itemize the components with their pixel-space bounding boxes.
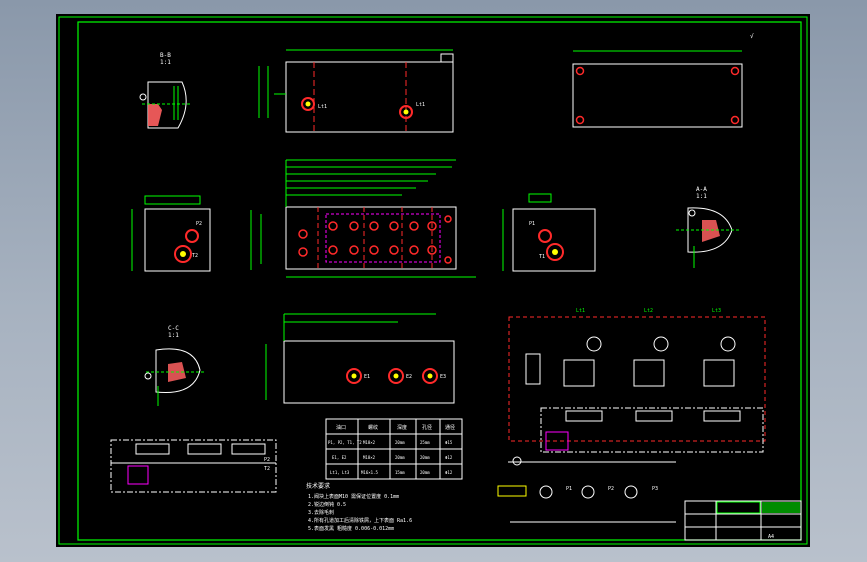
valve-label-3: Lt3 xyxy=(712,308,721,314)
section-b-title: B-B xyxy=(160,52,171,59)
table-cell-r1c1: P1, P2, T1, T2 xyxy=(328,440,362,445)
left-view: P2 T2 xyxy=(131,195,211,272)
schematic-port-2: T2 xyxy=(264,466,270,472)
table-cell-r1c5: Φ15 xyxy=(445,440,453,445)
title-block: A4 xyxy=(684,500,802,541)
table-header-2: 螺纹 xyxy=(368,424,378,431)
table-cell-r3c2: M16×1.5 xyxy=(361,470,378,475)
hydraulic-schematic: Lt1 Lt2 Lt3 P1 P2 P3 xyxy=(497,308,766,523)
pump-label-1: P1 xyxy=(566,486,572,492)
cad-drawing: √ B-B 1:1 Lt1 Lt1 P2 T2 P1 T1 A-A 1:1 C-… xyxy=(58,16,808,545)
table-cell-r1c4: 25mm xyxy=(420,440,430,445)
notes-line-4: 4.所有孔道加工后清除铁屑，上下表面 Ra1.6 xyxy=(308,517,412,524)
front-view xyxy=(250,159,476,278)
section-c-scale: 1:1 xyxy=(168,332,179,339)
notes-line-2: 2.锐边倒钝 0.5 xyxy=(308,501,346,508)
port-table: 油口 螺纹 深度 孔径 通径 P1, P2, T1, T2 M18×2 20mm… xyxy=(325,418,463,480)
table-cell-r3c5: Φ12 xyxy=(445,470,453,475)
section-c-view: C-C 1:1 xyxy=(144,325,206,406)
top-port-label-1: Lt1 xyxy=(318,104,327,110)
table-cell-r2c2: M18×2 xyxy=(363,455,376,460)
schematic-port-1: P2 xyxy=(264,457,270,463)
section-a-view: A-A 1:1 xyxy=(676,186,740,268)
technical-notes: 技术要求 1.阀块上表面M10 需保证位置度 0.1mm 2.锐边倒钝 0.5 … xyxy=(306,482,412,532)
section-b-view: B-B 1:1 xyxy=(139,52,190,129)
notes-line-3: 3.去除毛刺 xyxy=(308,509,334,516)
notes-title: 技术要求 xyxy=(306,482,330,490)
notes-line-1: 1.阀块上表面M10 需保证位置度 0.1mm xyxy=(308,493,399,500)
bottom-left-schematic: P2 T2 xyxy=(110,439,277,493)
table-cell-r1c3: 20mm xyxy=(395,440,405,445)
table-cell-r3c1: Lt1, Lt3 xyxy=(330,470,350,475)
section-c-title: C-C xyxy=(168,325,179,332)
top-right-view xyxy=(572,50,743,128)
pump-label-2: P2 xyxy=(608,486,614,492)
notes-line-5: 5.表面发黑 粗糙度 0.006-0.012mm xyxy=(308,525,394,532)
table-cell-r3c3: 15mm xyxy=(395,470,405,475)
drawing-sheet: √ B-B 1:1 Lt1 Lt1 P2 T2 P1 T1 A-A 1:1 C-… xyxy=(56,14,810,547)
right-port-label-1: P1 xyxy=(529,221,535,227)
table-header-4: 孔径 xyxy=(422,424,432,431)
roughness-mark: √ xyxy=(750,33,754,40)
table-cell-r2c5: Φ12 xyxy=(445,455,453,460)
bottom-port-label-1: E1 xyxy=(364,374,370,380)
table-header-3: 深度 xyxy=(397,424,407,431)
table-cell-r2c4: 20mm xyxy=(420,455,430,460)
left-port-label-2: T2 xyxy=(192,253,198,259)
section-b-scale: 1:1 xyxy=(160,59,171,66)
bottom-view: E1 E2 E3 xyxy=(265,313,455,404)
left-port-label-1: P2 xyxy=(196,221,202,227)
table-cell-r3c4: 20mm xyxy=(420,470,430,475)
outer-frame xyxy=(58,16,808,545)
bottom-port-label-3: E3 xyxy=(440,374,446,380)
title-block-size: A4 xyxy=(768,534,774,540)
top-view: Lt1 Lt1 xyxy=(258,49,454,133)
valve-label-2: Lt2 xyxy=(644,308,653,314)
table-cell-r1c2: M18×2 xyxy=(363,440,376,445)
table-header-5: 通径 xyxy=(445,424,455,431)
right-view: P1 T1 xyxy=(502,193,596,272)
table-cell-r2c3: 20mm xyxy=(395,455,405,460)
valve-label-1: Lt1 xyxy=(576,308,585,314)
table-cell-r2c1: E1, E2 xyxy=(332,455,347,460)
section-a-title: A-A xyxy=(696,186,707,193)
section-a-scale: 1:1 xyxy=(696,193,707,200)
table-header-1: 油口 xyxy=(336,424,346,431)
top-port-label-2: Lt1 xyxy=(416,102,425,108)
bottom-port-label-2: E2 xyxy=(406,374,412,380)
pump-label-3: P3 xyxy=(652,486,658,492)
right-port-label-2: T1 xyxy=(539,254,545,260)
